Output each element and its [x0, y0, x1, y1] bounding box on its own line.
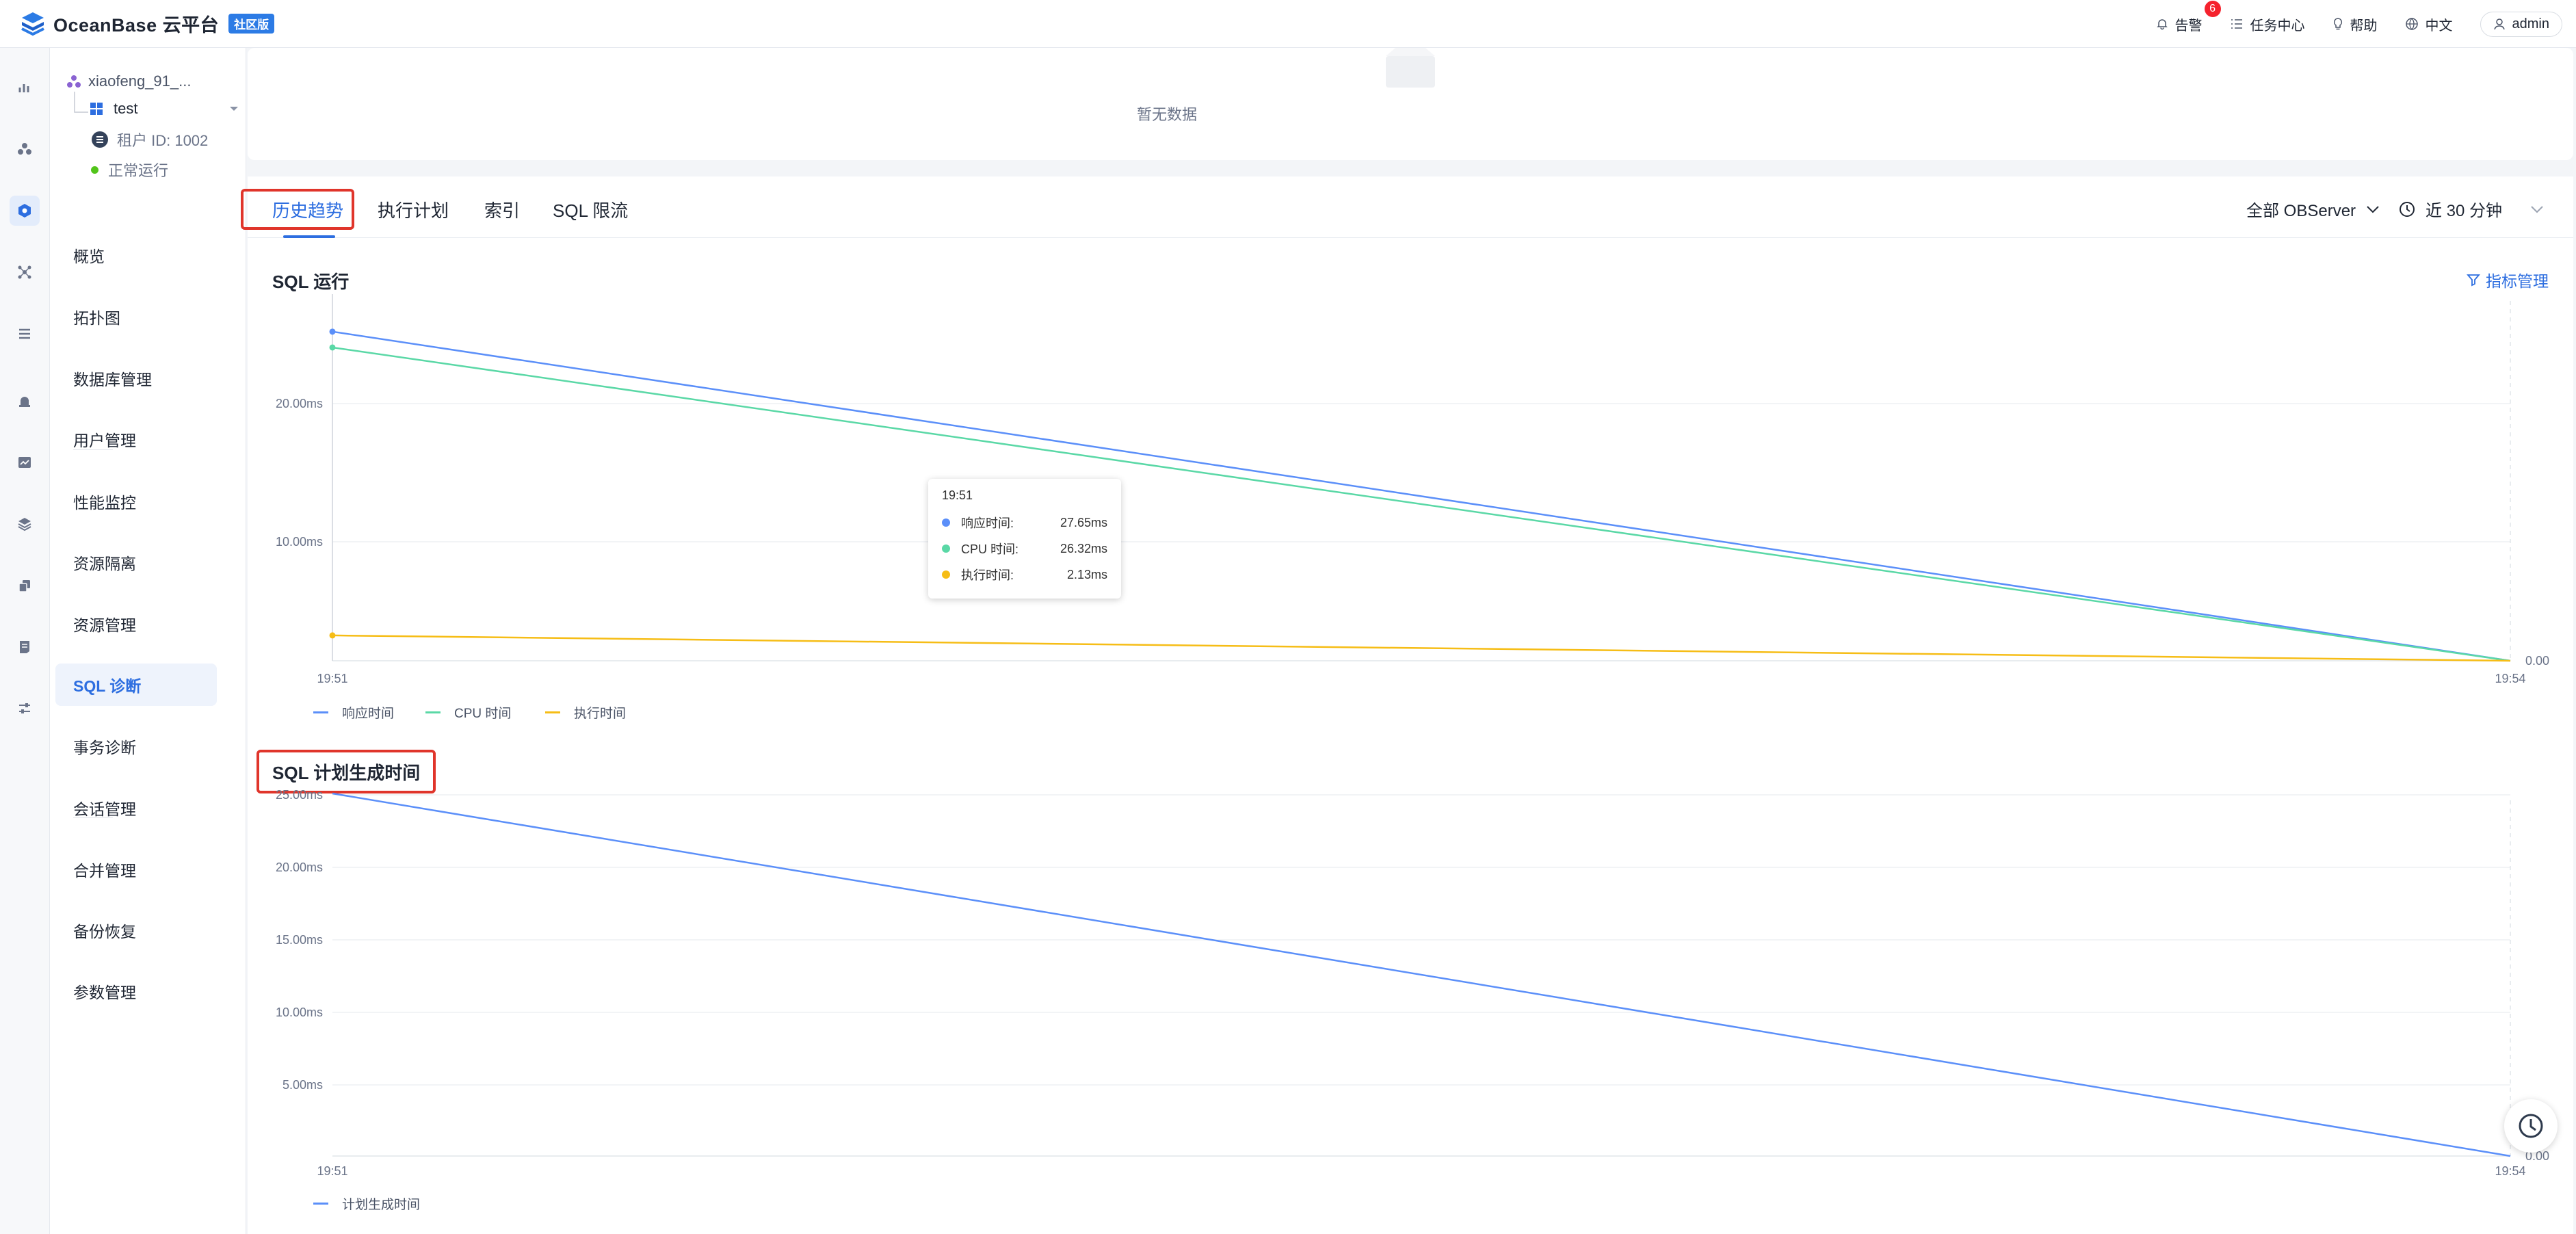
history-float-button[interactable]	[2504, 1099, 2558, 1153]
y-tick-label: 20.00ms	[276, 397, 323, 410]
y-tick-label: 20.00ms	[276, 861, 323, 874]
series-point	[329, 328, 336, 335]
series-point	[329, 632, 336, 639]
series-line	[332, 634, 2511, 662]
series-line	[332, 346, 2511, 662]
legend-label: 执行时间	[574, 707, 627, 721]
tooltip-series-value: 27.65ms	[1060, 515, 1107, 529]
tooltip-dot	[942, 544, 950, 553]
tooltip-dot	[942, 518, 950, 527]
tooltip-series-value: 26.32ms	[1060, 541, 1107, 555]
legend-swatch	[313, 711, 328, 713]
tooltip-dot	[942, 570, 950, 579]
series-point	[329, 344, 336, 351]
y-tick-label: 25.00ms	[276, 788, 323, 802]
series-line	[332, 330, 2511, 662]
right-axis-label: 0.00	[2525, 654, 2549, 668]
x-tick-label: 19:54	[2495, 1164, 2525, 1178]
tooltip-series-name: 执行时间:	[961, 568, 1014, 582]
legend-item-plan-gen[interactable]: 计划生成时间	[313, 1194, 420, 1213]
legend-item-response[interactable]: 响应时间	[313, 703, 394, 722]
x-tick-label: 19:51	[317, 1164, 347, 1178]
legend-swatch	[545, 711, 560, 713]
tooltip-row: 执行时间: 2.13ms	[942, 562, 1107, 588]
legend-item-cpu[interactable]: CPU 时间	[425, 703, 511, 722]
legend-swatch	[313, 1203, 328, 1205]
x-tick-label: 19:54	[2495, 672, 2525, 685]
y-tick-label: 10.00ms	[276, 535, 323, 549]
tooltip-row: CPU 时间: 26.32ms	[942, 536, 1107, 562]
legend-label: CPU 时间	[454, 707, 512, 721]
legend-item-execution[interactable]: 执行时间	[545, 703, 626, 722]
tooltip-row: 响应时间: 27.65ms	[942, 510, 1107, 536]
tooltip-series-name: 响应时间:	[961, 516, 1014, 530]
legend-label: 计划生成时间	[342, 1198, 421, 1212]
y-tick-label: 10.00ms	[276, 1006, 323, 1019]
charts-svg: 10.00ms20.00ms19:51 19:540.005.00ms10.00m…	[276, 294, 2549, 1178]
x-tick-label: 19:51	[317, 672, 347, 685]
tooltip-time: 19:51	[942, 488, 973, 502]
legend-swatch	[425, 711, 441, 713]
legend-label: 响应时间	[342, 707, 395, 721]
series-line	[332, 792, 2511, 1157]
tooltip-series-value: 2.13ms	[1066, 567, 1107, 581]
chart-tooltip: 19:51 响应时间: 27.65ms CPU 时间: 26.32ms 执行时间: 2…	[928, 479, 1121, 599]
tooltip-series-name: CPU 时间:	[961, 542, 1019, 556]
y-tick-label: 5.00ms	[282, 1078, 323, 1092]
y-tick-label: 15.00ms	[276, 933, 323, 947]
clock-icon	[2519, 1114, 2543, 1138]
